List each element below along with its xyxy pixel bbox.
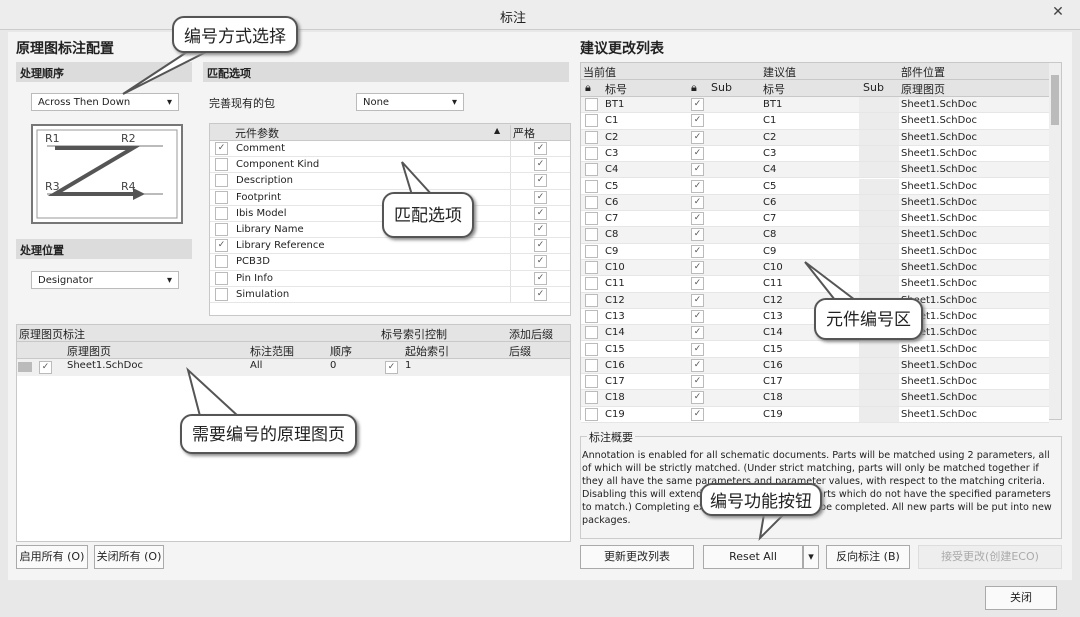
callout-buttons: 编号功能按钮 — [700, 483, 822, 516]
callout-match-options: 匹配选项 — [382, 192, 474, 238]
callout-sheets: 需要编号的原理图页 — [180, 414, 357, 454]
callout-designator-area: 元件编号区 — [814, 298, 923, 340]
callout-numbering-method: 编号方式选择 — [172, 16, 298, 53]
